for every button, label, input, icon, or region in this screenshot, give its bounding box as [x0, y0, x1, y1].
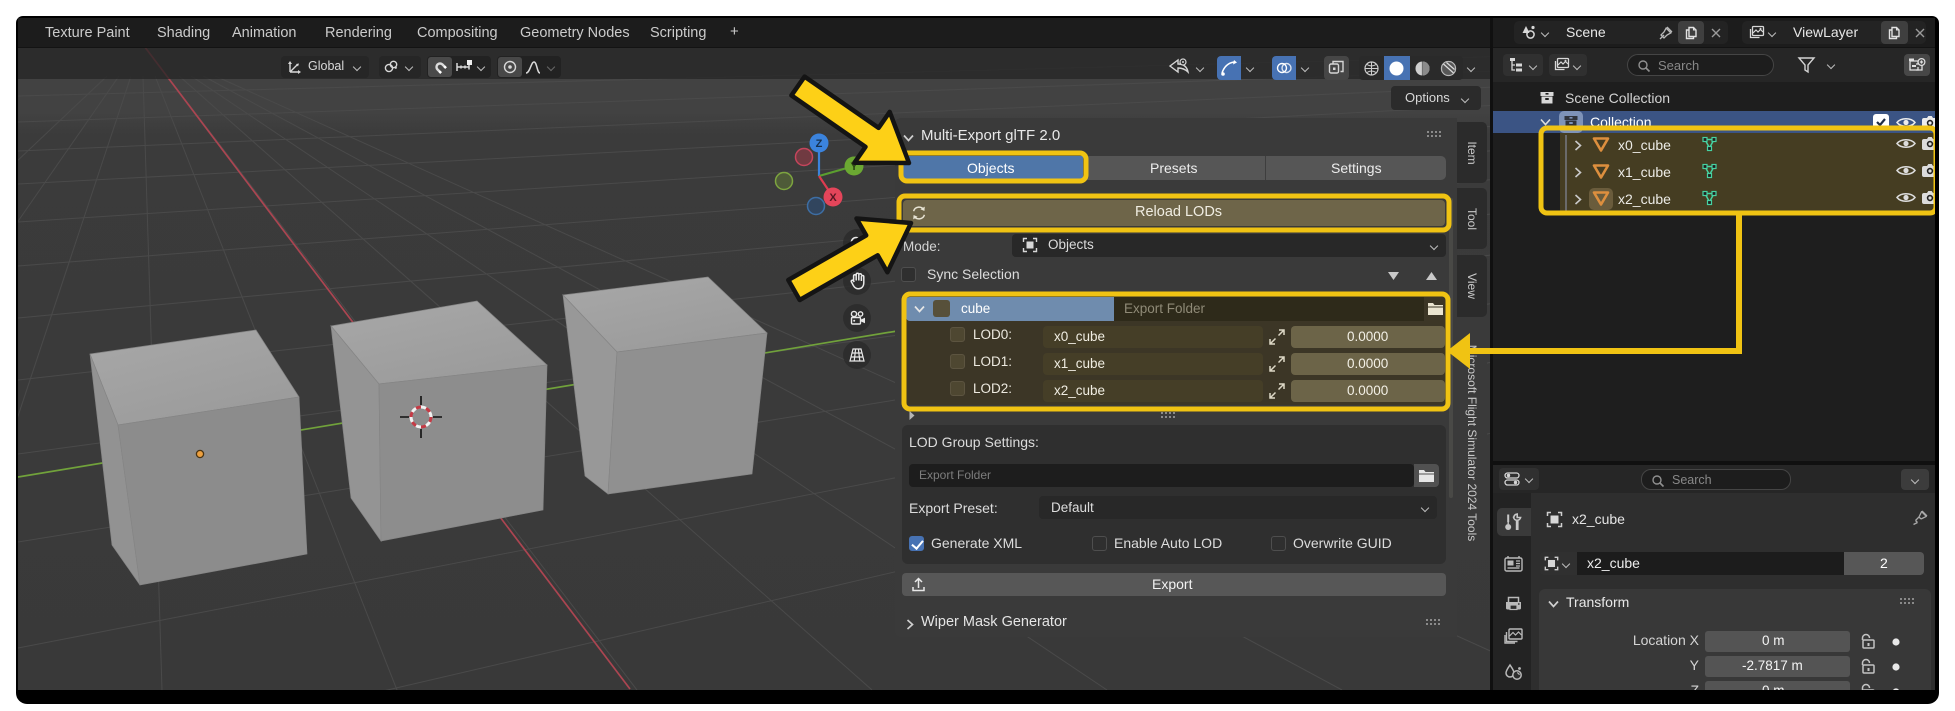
- svg-text:Z: Z: [816, 138, 823, 150]
- svg-text:Y: Y: [850, 161, 858, 173]
- svg-text:X: X: [829, 192, 837, 204]
